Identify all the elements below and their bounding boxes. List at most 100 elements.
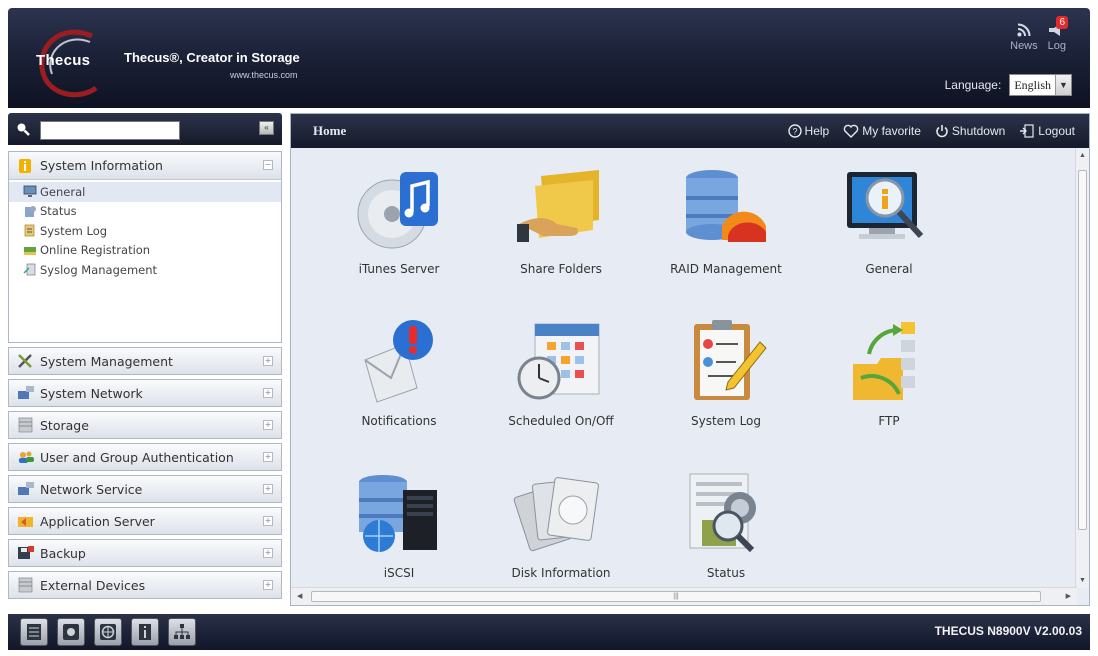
language-selector: Language: English ▼	[945, 74, 1072, 96]
app-system-log[interactable]: System Log	[646, 316, 806, 428]
app-itunes-server[interactable]: iTunes Server	[319, 164, 479, 276]
sidebar-item-label: Online Registration	[40, 243, 151, 258]
horizontal-scroll-thumb[interactable]: |||	[311, 591, 1041, 602]
footer-media-button[interactable]	[57, 618, 85, 646]
logout-button[interactable]: Logout	[1019, 124, 1075, 138]
horizontal-scrollbar[interactable]: ◀ ||| ▶	[291, 587, 1077, 605]
expand-toggle-icon: +	[263, 420, 273, 430]
expand-toggle-icon: +	[263, 388, 273, 398]
sidebar-item-label: General	[40, 184, 86, 199]
network-tree-icon	[174, 624, 190, 639]
general-monitor-icon	[847, 172, 924, 239]
info-icon	[19, 158, 31, 173]
help-button[interactable]: ? Help	[787, 124, 829, 138]
sidebar-section-system-management[interactable]: System Management +	[8, 347, 282, 375]
itunes-icon	[357, 172, 438, 249]
info-icon	[139, 624, 151, 640]
app-status[interactable]: Status	[646, 468, 806, 580]
favorite-button[interactable]: My favorite	[843, 124, 921, 138]
vertical-scroll-thumb[interactable]	[1078, 170, 1087, 530]
help-icon: ?	[787, 124, 802, 138]
sidebar-section-network-service[interactable]: Network Service +	[8, 475, 282, 503]
scroll-down-icon[interactable]: ▼	[1079, 577, 1086, 584]
sidebar-item-label: System Log	[40, 223, 108, 238]
sidebar-section-backup[interactable]: Backup +	[8, 539, 282, 567]
app-label: Status	[706, 566, 746, 580]
app-disk-information[interactable]: Disk Information	[481, 468, 641, 580]
log-count-badge: 6	[1056, 16, 1068, 29]
app-raid-management[interactable]: RAID Management	[646, 164, 806, 276]
sidebar-item-label: Syslog Management	[40, 262, 158, 277]
sidebar-item-general[interactable]: General	[9, 182, 281, 202]
app-iscsi[interactable]: iSCSI	[319, 468, 479, 580]
log-button[interactable]: 6 Log	[1047, 16, 1068, 52]
main-panel: Home ? Help My favorite Shutdown Logout	[290, 113, 1090, 606]
rss-icon	[1017, 20, 1031, 40]
app-ftp[interactable]: FTP	[809, 316, 969, 428]
users-icon	[19, 451, 34, 463]
sidebar-item-status[interactable]: Status	[23, 202, 281, 222]
favorite-label: My favorite	[862, 124, 921, 138]
status-icon	[689, 473, 756, 553]
sidebar-section-external-devices[interactable]: External Devices +	[8, 571, 282, 599]
app-label: FTP	[878, 414, 900, 428]
language-value: English	[1014, 77, 1051, 92]
app-notifications[interactable]: Notifications	[319, 316, 479, 428]
backup-icon	[18, 546, 34, 559]
main-toolbar: Home ? Help My favorite Shutdown Logout	[291, 114, 1089, 148]
app-label: Disk Information	[511, 566, 611, 580]
notifications-icon	[364, 320, 433, 403]
firmware-version: THECUS N8900V V2.00.03	[934, 624, 1082, 638]
search-icon	[17, 123, 30, 136]
expand-toggle-icon: +	[263, 452, 273, 462]
search-input[interactable]	[40, 121, 180, 140]
network-icon	[18, 386, 34, 399]
sidebar-section-user-group-auth[interactable]: User and Group Authentication +	[8, 443, 282, 471]
app-label: General	[865, 262, 913, 276]
sidebar-item-system-log[interactable]: System Log	[23, 221, 281, 241]
media-icon	[63, 624, 79, 640]
logout-icon	[1020, 124, 1034, 138]
sidebar-item-online-registration[interactable]: Online Registration	[23, 241, 281, 261]
app-general[interactable]: General	[809, 164, 969, 276]
expand-toggle-icon: +	[263, 356, 273, 366]
vertical-scrollbar[interactable]: ▲ ▼	[1075, 148, 1089, 588]
ftp-icon	[853, 322, 915, 400]
footer-info-button[interactable]	[131, 618, 159, 646]
external-devices-icon	[18, 577, 33, 593]
disk-icon	[27, 624, 41, 640]
power-icon	[936, 125, 948, 138]
sidebar-section-application-server[interactable]: Application Server +	[8, 507, 282, 535]
footer-fan-button[interactable]	[94, 618, 122, 646]
breadcrumb-home[interactable]: Home	[313, 123, 774, 139]
sidebar-section-system-network[interactable]: System Network +	[8, 379, 282, 407]
app-label: iTunes Server	[358, 262, 440, 276]
share-folders-icon	[517, 170, 599, 242]
log-label: Log	[1047, 40, 1066, 52]
sidebar-section-system-information[interactable]: System Information −	[9, 152, 281, 180]
collapse-all-button[interactable]: «	[259, 121, 274, 135]
tools-icon	[18, 354, 32, 368]
language-dropdown[interactable]: English ▼	[1009, 74, 1072, 96]
header-actions: News 6 Log	[1010, 16, 1068, 52]
app-share-folders[interactable]: Share Folders	[481, 164, 641, 276]
sidebar-section-label: System Management	[40, 353, 173, 369]
footer-disk-button[interactable]	[20, 618, 48, 646]
status-icon	[25, 205, 36, 217]
brand-site: www.thecus.com	[230, 70, 298, 80]
brand-logo-text: Thecus	[36, 52, 91, 69]
footer-network-button[interactable]	[168, 618, 196, 646]
scroll-left-icon[interactable]: ◀	[297, 592, 302, 600]
sidebar-item-syslog-management[interactable]: Syslog Management	[23, 260, 281, 280]
expand-toggle-icon: +	[263, 516, 273, 526]
scroll-up-icon[interactable]: ▲	[1079, 152, 1086, 159]
app-label: RAID Management	[670, 262, 782, 276]
app-scheduled-on-off[interactable]: Scheduled On/Off	[481, 316, 641, 428]
shutdown-button[interactable]: Shutdown	[935, 124, 1005, 138]
sidebar-section-storage[interactable]: Storage +	[8, 411, 282, 439]
collapse-toggle-icon: −	[263, 160, 273, 170]
news-button[interactable]: News	[1010, 20, 1038, 52]
scroll-right-icon[interactable]: ▶	[1066, 592, 1071, 600]
footer-taskbar: THECUS N8900V V2.00.03	[8, 614, 1090, 650]
sidebar-section-list: System Management + System Network + Sto…	[8, 347, 282, 599]
